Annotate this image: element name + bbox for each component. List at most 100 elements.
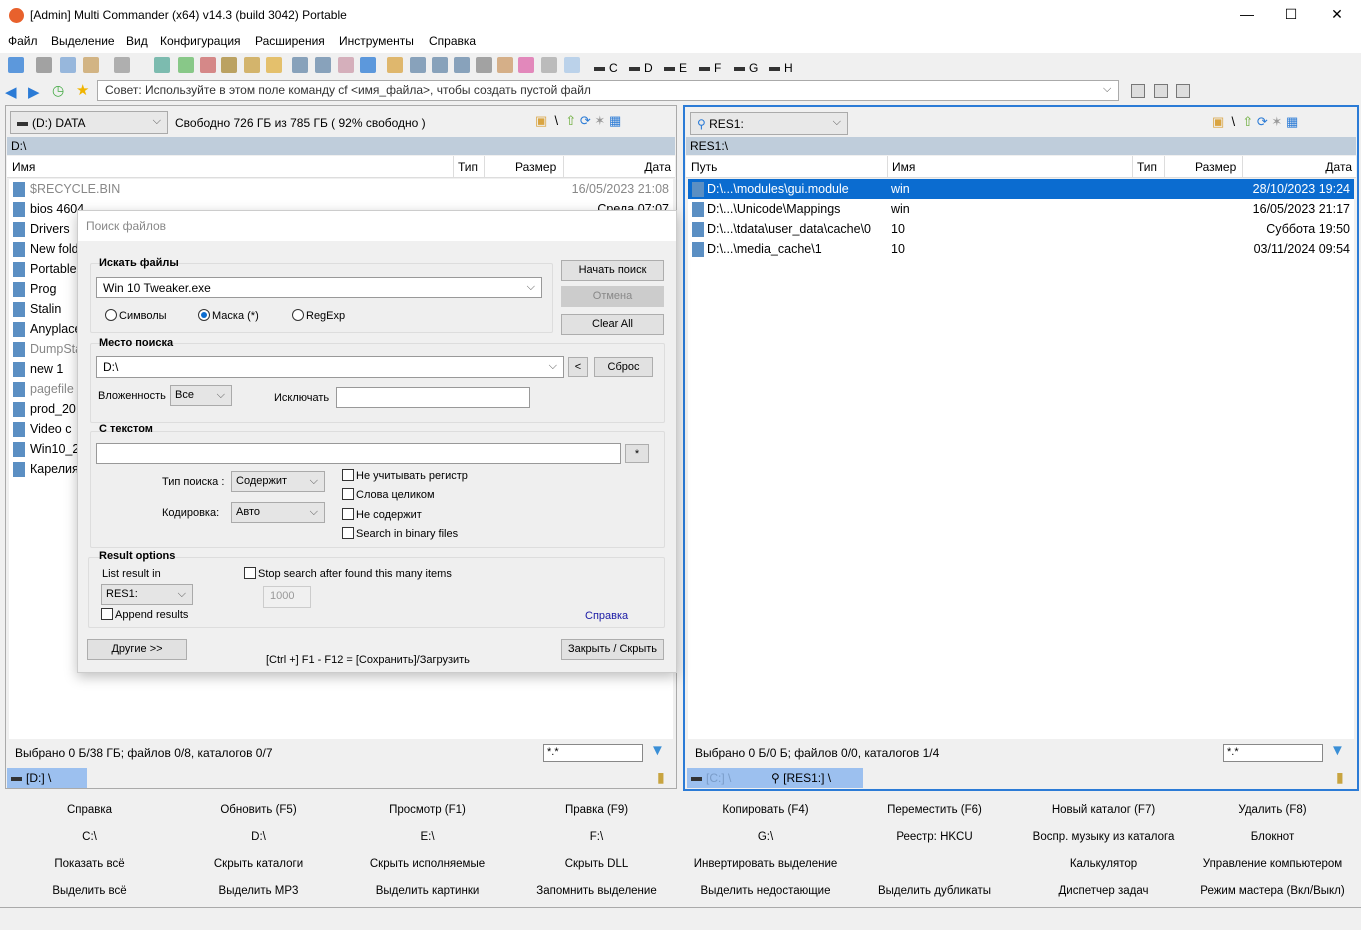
function-button[interactable]: Выделить недостающие <box>681 885 850 897</box>
col-type[interactable]: Тип <box>458 160 478 174</box>
function-button[interactable]: F:\ <box>512 831 681 843</box>
function-button[interactable]: Показать всё <box>5 858 174 870</box>
function-button[interactable]: Копировать (F4) <box>681 804 850 816</box>
stop-count-input[interactable]: 1000 <box>263 586 311 608</box>
favorites-icon[interactable]: ★ <box>76 81 89 99</box>
search-pattern-input[interactable]: Win 10 Tweaker.exe ⌵ <box>96 277 542 298</box>
menu-1[interactable]: Выделение <box>51 34 115 48</box>
back-icon[interactable]: ◀ <box>5 83 17 101</box>
toolbar-button-icon[interactable] <box>266 57 282 73</box>
toolbar-button-icon[interactable] <box>476 57 492 73</box>
clear-all-button[interactable]: Clear All <box>561 314 664 335</box>
function-button[interactable]: Обновить (F5) <box>174 804 343 816</box>
drive-button-F[interactable]: F <box>699 61 721 75</box>
search-type-select[interactable]: Содержит ⌵ <box>231 471 325 492</box>
back-button[interactable]: < <box>568 357 588 377</box>
menu-0[interactable]: Файл <box>8 34 38 48</box>
command-input[interactable]: Совет: Используйте в этом поле команду c… <box>97 80 1119 101</box>
address-tool-icon[interactable] <box>1154 84 1168 98</box>
location-input[interactable]: D:\ ⌵ <box>96 356 564 378</box>
drive-button-D[interactable]: D <box>629 61 653 75</box>
toolbar-button-icon[interactable] <box>410 57 426 73</box>
toolbar-button-icon[interactable] <box>454 57 470 73</box>
drive-button-G[interactable]: G <box>734 61 758 75</box>
function-button[interactable]: Скрыть каталоги <box>174 858 343 870</box>
checkbox-append[interactable]: Append results <box>101 608 188 621</box>
filter-icon[interactable]: ▼ <box>650 742 665 759</box>
col-date[interactable]: Дата <box>644 160 671 174</box>
toolbar-button-icon[interactable] <box>541 57 557 73</box>
drive-button-H[interactable]: H <box>769 61 793 75</box>
toolbar-button-icon[interactable] <box>315 57 331 73</box>
drive-button-E[interactable]: E <box>664 61 687 75</box>
toolbar-button-icon[interactable] <box>387 57 403 73</box>
toolbar-button-icon[interactable] <box>564 57 580 73</box>
right-path-bar[interactable]: RES1:\ <box>686 137 1356 155</box>
toolbar-button-icon[interactable] <box>114 57 130 73</box>
exclude-input[interactable] <box>336 387 530 408</box>
left-path-bar[interactable]: D:\ <box>7 137 675 155</box>
drive-button-C[interactable]: C <box>594 61 618 75</box>
reset-button[interactable]: Сброс <box>594 357 653 377</box>
col-date[interactable]: Дата <box>1325 160 1352 174</box>
bookmark-icon[interactable]: ▮ <box>657 769 665 786</box>
right-drive-select[interactable]: ⚲ RES1: ⌵ <box>690 112 848 135</box>
function-button[interactable]: Выделить дубликаты <box>850 885 1019 897</box>
col-type[interactable]: Тип <box>1137 160 1157 174</box>
panel-tools-icons[interactable]: ▣ \ ⇧ ⟳ ✶ ▦ <box>535 113 621 129</box>
list-item[interactable]: D:\...\media_cache\1 10 03/11/2024 09:54 <box>688 239 1354 259</box>
col-name[interactable]: Имя <box>892 160 915 174</box>
toolbar-button-icon[interactable] <box>60 57 76 73</box>
wildcard-button[interactable]: * <box>625 444 649 463</box>
bookmark-icon[interactable]: ▮ <box>1336 769 1344 786</box>
menu-2[interactable]: Вид <box>126 34 148 48</box>
function-button[interactable]: Запомнить выделение <box>512 885 681 897</box>
left-tab-d[interactable]: [D:] \ <box>7 768 87 788</box>
chevron-down-icon[interactable]: ⌵ <box>1103 83 1111 96</box>
maximize-button[interactable]: ☐ <box>1281 6 1301 23</box>
minimize-button[interactable]: — <box>1237 6 1257 22</box>
filter-icon[interactable]: ▼ <box>1330 742 1345 759</box>
function-button[interactable]: Новый каталог (F7) <box>1019 804 1188 816</box>
function-button[interactable]: Просмотр (F1) <box>343 804 512 816</box>
toolbar-button-icon[interactable] <box>292 57 308 73</box>
function-button[interactable]: Выделить MP3 <box>174 885 343 897</box>
forward-icon[interactable]: ▶ <box>28 83 40 101</box>
right-tab-c[interactable]: [C:] \ <box>687 768 767 788</box>
toolbar-button-icon[interactable] <box>178 57 194 73</box>
col-name[interactable]: Имя <box>12 160 35 174</box>
function-button[interactable]: Выделить всё <box>5 885 174 897</box>
function-button[interactable]: Инвертировать выделение <box>681 858 850 870</box>
list-item[interactable]: D:\...\Unicode\Mappings win 16/05/2023 21:… <box>688 199 1354 219</box>
checkbox-binary[interactable]: Search in binary files <box>342 527 458 540</box>
function-button[interactable]: Правка (F9) <box>512 804 681 816</box>
left-filter-input[interactable]: *.* <box>543 744 643 762</box>
depth-select[interactable]: Все ⌵ <box>170 385 232 406</box>
checkbox-not-contains[interactable]: Не содержит <box>342 508 422 521</box>
function-button[interactable]: D:\ <box>174 831 343 843</box>
toolbar-button-icon[interactable] <box>518 57 534 73</box>
toolbar-button-icon[interactable] <box>497 57 513 73</box>
checkbox-whole-words[interactable]: Слова целиком <box>342 488 435 501</box>
list-item[interactable]: D:\...\modules\gui.module win 28/10/2023 1… <box>688 179 1354 199</box>
menu-6[interactable]: Справка <box>429 34 476 48</box>
list-item[interactable]: $RECYCLE.BIN 16/05/2023 21:08 <box>9 179 673 199</box>
toolbar-button-icon[interactable] <box>154 57 170 73</box>
function-button[interactable]: Справка <box>5 804 174 816</box>
help-link[interactable]: Справка <box>585 610 628 622</box>
right-tab-res1[interactable]: ⚲ [RES1:] \ <box>767 768 863 788</box>
function-button[interactable]: C:\ <box>5 831 174 843</box>
function-button[interactable]: E:\ <box>343 831 512 843</box>
function-button[interactable]: Управление компьютером <box>1188 858 1357 870</box>
panel-tools-icons[interactable]: ▣ \ ⇧ ⟳ ✶ ▦ <box>1212 114 1298 130</box>
left-drive-select[interactable]: (D:) DATA ⌵ <box>10 111 168 134</box>
toolbar-button-icon[interactable] <box>36 57 52 73</box>
function-button[interactable]: Удалить (F8) <box>1188 804 1357 816</box>
function-button[interactable]: Реестр: HKCU <box>850 831 1019 843</box>
radio-mask[interactable]: Маска (*) <box>198 309 259 322</box>
function-button[interactable]: Скрыть DLL <box>512 858 681 870</box>
menu-5[interactable]: Инструменты <box>339 34 414 48</box>
right-filter-input[interactable]: *.* <box>1223 744 1323 762</box>
cancel-button[interactable]: Отмена <box>561 286 664 307</box>
function-button[interactable]: G:\ <box>681 831 850 843</box>
